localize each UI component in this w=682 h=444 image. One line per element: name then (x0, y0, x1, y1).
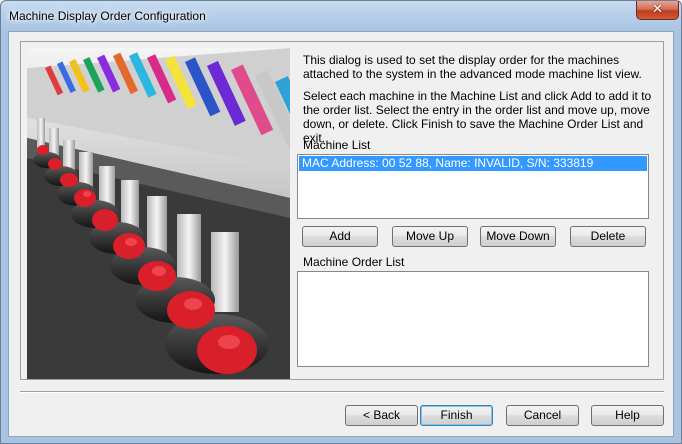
embroidery-machine-illustration (27, 48, 290, 379)
instructions-paragraph-2: Select each machine in the Machine List … (303, 89, 652, 145)
machine-list-item[interactable]: MAC Address: 00 52 88, Name: INVALID, S/… (299, 156, 647, 171)
machine-list-label: Machine List (303, 138, 371, 152)
cancel-button[interactable]: Cancel (506, 405, 579, 426)
footer-separator (20, 391, 664, 393)
delete-button[interactable]: Delete (570, 226, 646, 247)
machine-order-list-label: Machine Order List (303, 255, 405, 269)
machine-order-list[interactable] (297, 271, 649, 367)
move-down-button[interactable]: Move Down (480, 226, 556, 247)
content-panel: This dialog is used to set the display o… (20, 41, 664, 380)
dialog-window: Machine Display Order Configuration ✕ Th… (0, 0, 682, 444)
close-icon: ✕ (652, 2, 663, 17)
embroidery-machine-image (27, 48, 290, 379)
back-button[interactable]: < Back (345, 405, 418, 426)
close-button[interactable]: ✕ (636, 1, 679, 20)
dialog-client-area: This dialog is used to set the display o… (8, 31, 674, 437)
move-up-button[interactable]: Move Up (392, 226, 468, 247)
machine-list[interactable]: MAC Address: 00 52 88, Name: INVALID, S/… (297, 154, 649, 219)
window-title: Machine Display Order Configuration (9, 9, 206, 23)
instructions-paragraph-1: This dialog is used to set the display o… (303, 53, 642, 81)
help-button[interactable]: Help (591, 405, 664, 426)
title-bar[interactable]: Machine Display Order Configuration ✕ (1, 1, 681, 31)
add-button[interactable]: Add (302, 226, 378, 247)
finish-button[interactable]: Finish (420, 405, 493, 426)
